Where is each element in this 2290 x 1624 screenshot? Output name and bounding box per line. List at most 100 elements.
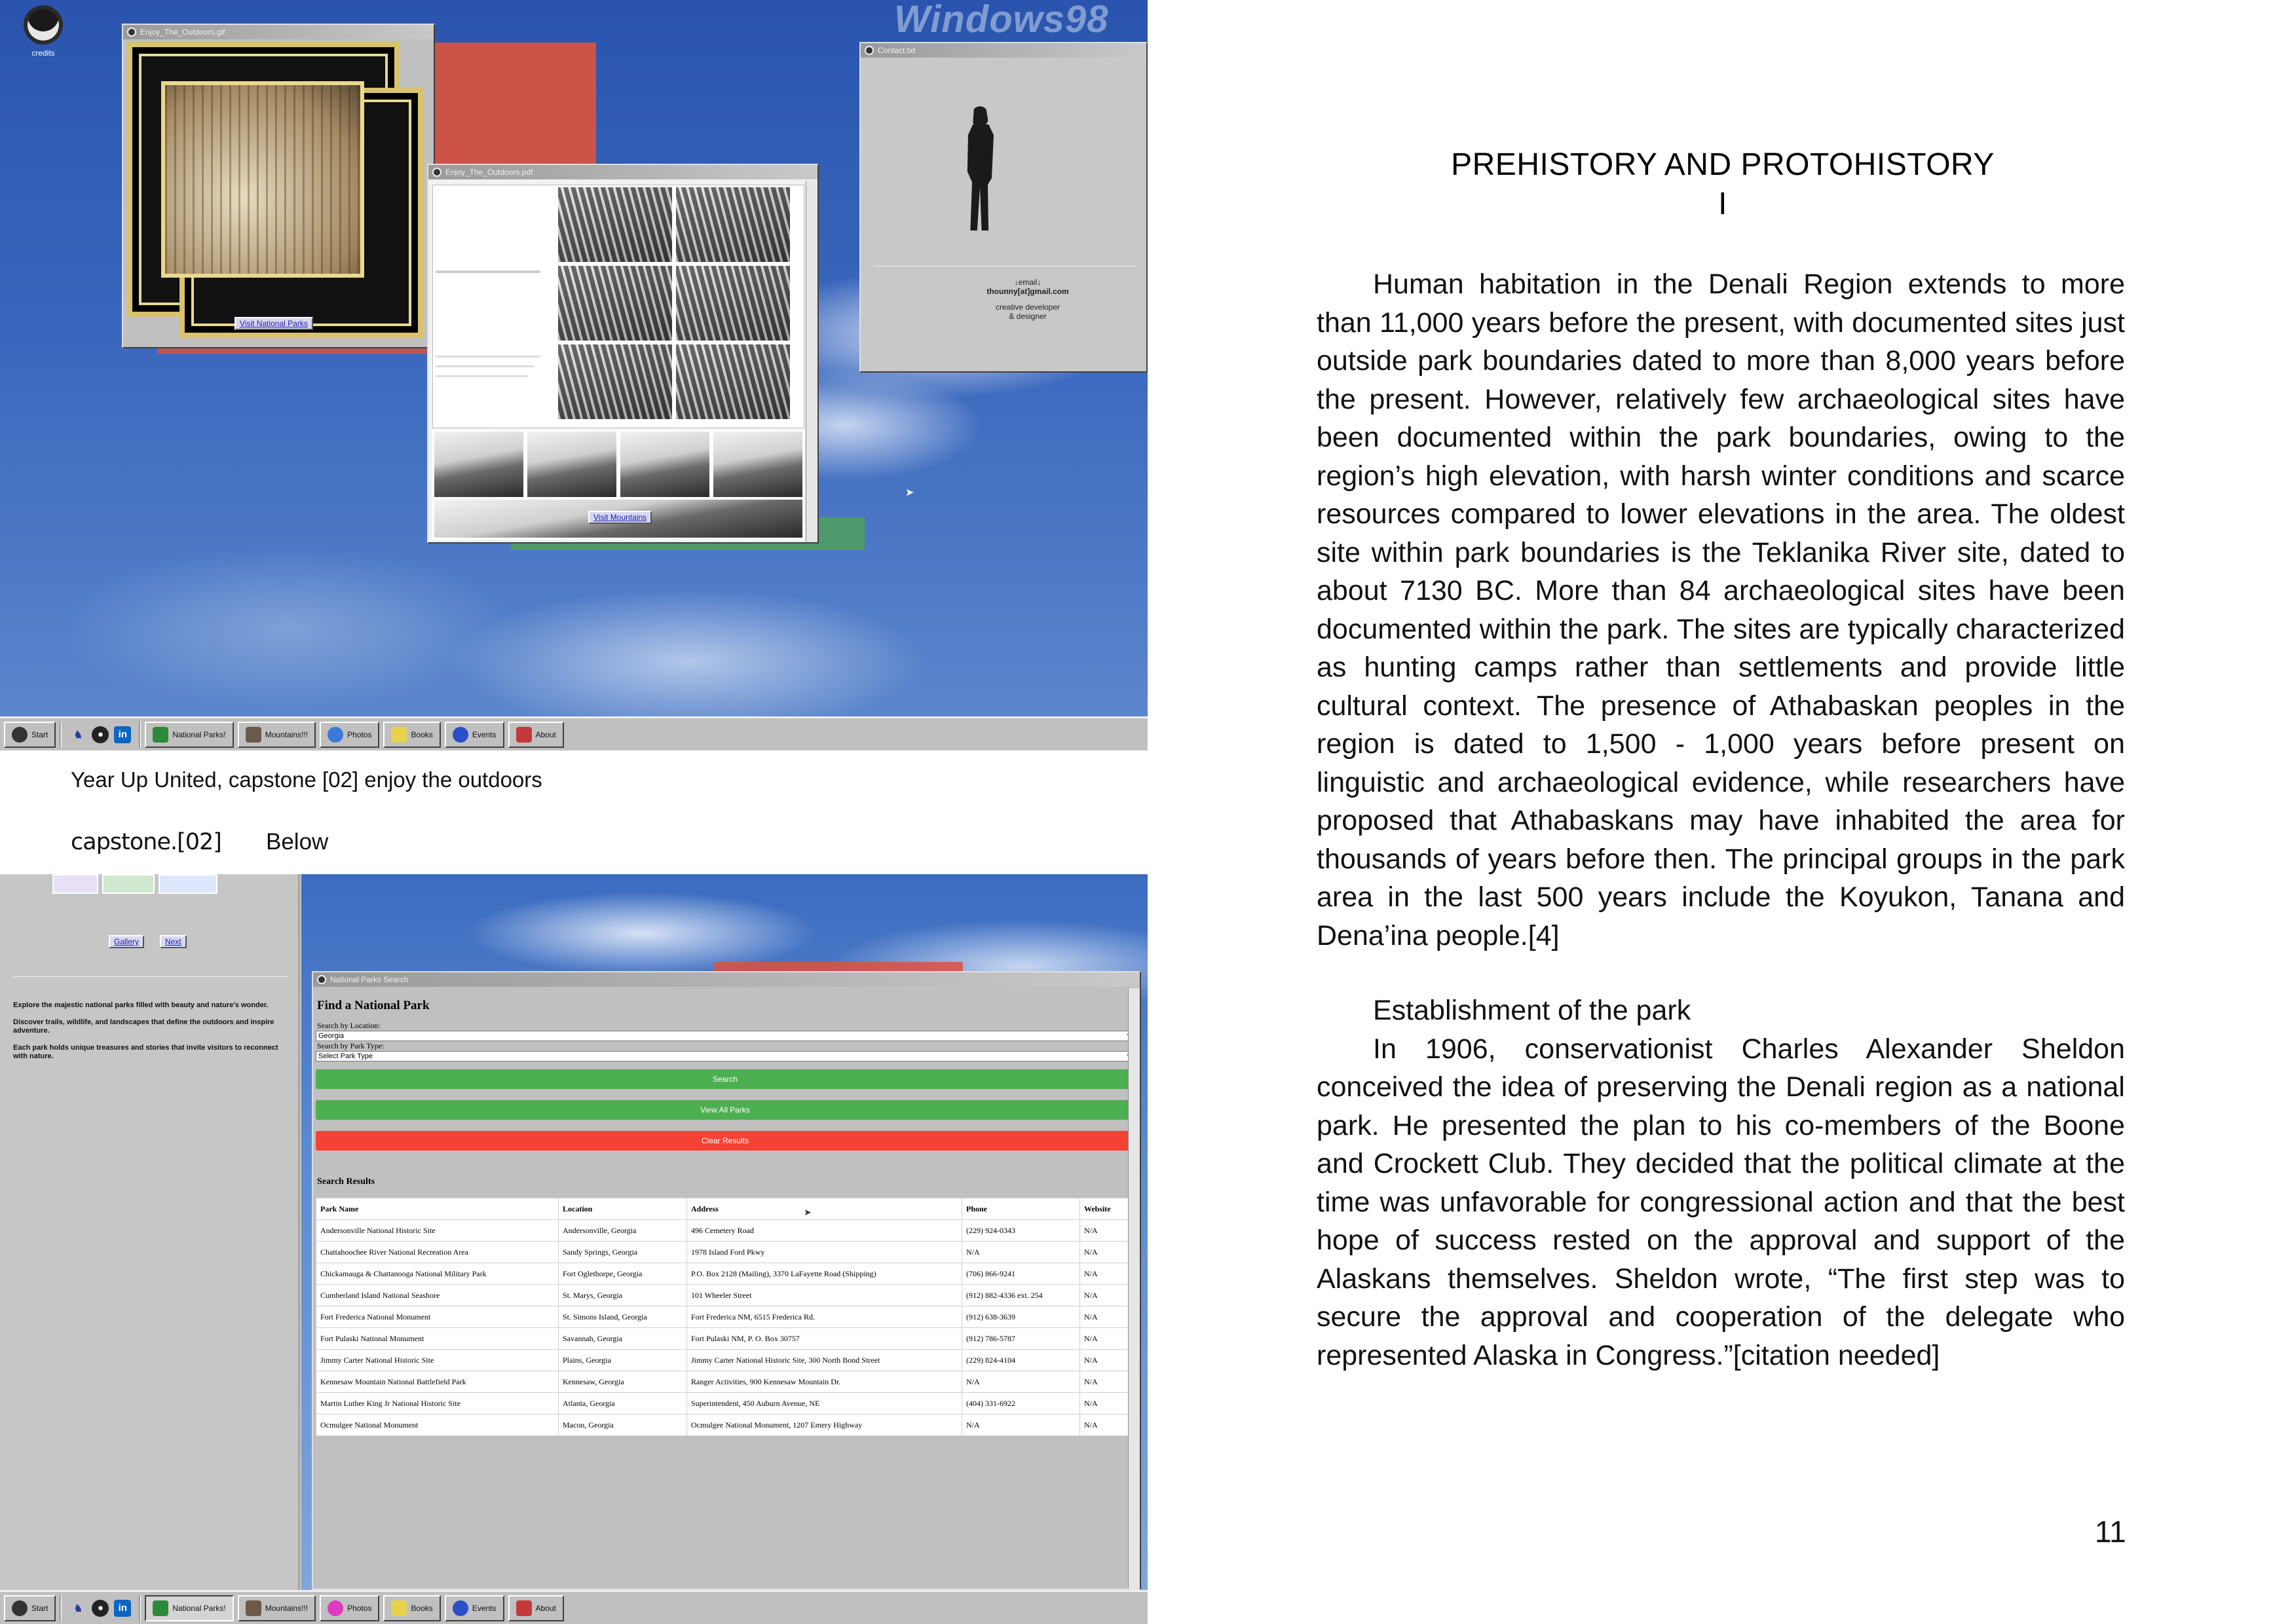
start-button[interactable]: Start bbox=[4, 1595, 56, 1621]
pdf-page bbox=[432, 185, 804, 428]
paragraph-text: Human habitation in the Denali Region ex… bbox=[1317, 268, 2125, 951]
taskbar-item-events[interactable]: Events bbox=[444, 721, 504, 748]
taskbar-item-national-parks[interactable]: National Parks! bbox=[145, 1595, 234, 1621]
table-row: Kennesaw Mountain National Battlefield P… bbox=[316, 1371, 1135, 1393]
table-row: Fort Frederica National Monument St. Simo… bbox=[316, 1306, 1135, 1328]
taskbar-separator bbox=[60, 1595, 62, 1621]
table-cell: N/A bbox=[1079, 1241, 1135, 1263]
person-silhouette bbox=[967, 106, 994, 237]
table-cell: Kennesaw, Georgia bbox=[558, 1371, 687, 1393]
table-cell: St. Marys, Georgia bbox=[558, 1284, 687, 1306]
desktop-screenshot-2: Gallery Next Explore the majestic nation… bbox=[0, 874, 1148, 1624]
pdf-scrollbar[interactable] bbox=[806, 181, 817, 542]
github-icon[interactable]: ● bbox=[92, 726, 109, 743]
taskbar-item-photos[interactable]: Photos bbox=[320, 721, 380, 748]
page-title: PREHISTORY AND PROTOHISTORY bbox=[1451, 147, 1995, 182]
article-paragraph: Human habitation in the Denali Region ex… bbox=[1317, 265, 2125, 955]
pdf-window[interactable]: Enjoy_The_Outdoors.pdf Visit Mountains bbox=[427, 164, 819, 544]
mouse-cursor-icon: ➤ bbox=[804, 1208, 812, 1218]
desktop-icon-credits[interactable]: credits bbox=[20, 5, 67, 58]
window-icon bbox=[865, 46, 874, 55]
linkedin-icon[interactable]: in bbox=[114, 1599, 132, 1617]
mountain-icon bbox=[245, 726, 261, 743]
quick-launch: ♞ ● in bbox=[66, 726, 135, 743]
figure-icon[interactable]: ♞ bbox=[69, 1600, 86, 1617]
view-all-parks-button[interactable]: View All Parks bbox=[316, 1100, 1135, 1120]
sidebar-paragraph: Discover trails, wildlife, and landscape… bbox=[13, 1018, 274, 1035]
taskbar-label: Events bbox=[472, 729, 497, 739]
taskbar-separator bbox=[60, 721, 62, 748]
table-cell: Ranger Activities, 900 Kennesaw Mountain… bbox=[686, 1371, 962, 1393]
taskbar-label: Photos bbox=[347, 1603, 372, 1613]
start-label: Start bbox=[31, 1603, 48, 1613]
gallery-photo bbox=[161, 81, 364, 278]
taskbar-item-mountains[interactable]: Mountains!!! bbox=[237, 721, 316, 748]
table-header-row: Park Name Location Address Phone Website bbox=[316, 1198, 1135, 1220]
photo-waterfall bbox=[556, 185, 674, 264]
sidebar: Gallery Next Explore the majestic nation… bbox=[0, 874, 300, 1590]
gallery-button[interactable]: Gallery bbox=[109, 935, 145, 948]
email-label: ↓email↓ bbox=[1014, 278, 1042, 287]
role-line: creative developer bbox=[995, 303, 1061, 312]
taskbar-item-about[interactable]: About bbox=[508, 721, 564, 748]
table-cell: Ocmulgee National Monument, 1207 Emery H… bbox=[686, 1414, 962, 1436]
search-window-titlebar[interactable]: National Parks Search bbox=[313, 972, 1140, 987]
pdf-text-line bbox=[436, 375, 527, 377]
start-icon bbox=[12, 1600, 28, 1616]
books-icon bbox=[391, 726, 407, 743]
taskbar-item-books[interactable]: Books bbox=[383, 721, 441, 748]
contact-window-titlebar[interactable]: Contact.txt bbox=[861, 43, 1146, 58]
thumbnail[interactable] bbox=[159, 874, 217, 894]
contact-window[interactable]: Contact.txt ↓email↓ thounny[at]gmail.com… bbox=[859, 42, 1148, 373]
window-title: Contact.txt bbox=[878, 46, 916, 55]
visit-national-parks-link[interactable]: Visit National Parks bbox=[235, 317, 313, 330]
thumbnail[interactable] bbox=[102, 874, 155, 894]
paragraph-text: In 1906, conservationist Charles Alexand… bbox=[1317, 1033, 2125, 1371]
table-cell: (404) 331-6922 bbox=[962, 1392, 1080, 1414]
thumbnail[interactable] bbox=[52, 874, 98, 894]
search-window[interactable]: National Parks Search Find a National Pa… bbox=[312, 971, 1141, 1590]
taskbar-item-mountains[interactable]: Mountains!!! bbox=[237, 1595, 316, 1621]
pdf-window-titlebar[interactable]: Enjoy_The_Outdoors.pdf bbox=[428, 165, 817, 179]
next-button[interactable]: Next bbox=[160, 935, 187, 948]
taskbar-item-events[interactable]: Events bbox=[444, 1595, 504, 1621]
photos-icon bbox=[328, 1600, 344, 1616]
about-icon bbox=[516, 726, 532, 743]
below-label: Below bbox=[266, 829, 329, 855]
github-icon[interactable]: ● bbox=[92, 1599, 109, 1617]
taskbar-item-photos[interactable]: Photos bbox=[320, 1595, 380, 1621]
gallery-window[interactable]: Enjoy_The_Outdoors.gif Visit National Pa… bbox=[122, 24, 435, 348]
search-button[interactable]: Search bbox=[316, 1069, 1135, 1089]
column-header: Location bbox=[558, 1198, 687, 1220]
mouse-cursor-icon: ➤ bbox=[905, 487, 914, 498]
brand-label: capstone.[02] bbox=[71, 829, 222, 855]
table-cell: Chickamauga & Chattanooga National Milit… bbox=[316, 1263, 559, 1285]
table-cell: Kennesaw Mountain National Battlefield P… bbox=[316, 1371, 559, 1393]
search-window-scrollbar[interactable] bbox=[1128, 988, 1140, 1589]
park-icon bbox=[153, 1600, 169, 1616]
table-cell: Macon, Georgia bbox=[558, 1414, 687, 1436]
taskbar-item-about[interactable]: About bbox=[508, 1595, 564, 1621]
window-title: Enjoy_The_Outdoors.pdf bbox=[445, 168, 533, 177]
visit-mountains-link[interactable]: Visit Mountains bbox=[588, 511, 652, 524]
quick-launch: ♞ ● in bbox=[66, 1599, 135, 1617]
location-select[interactable]: Georgia bbox=[316, 1029, 1135, 1041]
clear-results-button[interactable]: Clear Results bbox=[316, 1131, 1135, 1151]
start-button[interactable]: Start bbox=[4, 721, 56, 748]
table-cell: (229) 924-0343 bbox=[962, 1219, 1080, 1242]
table-cell: N/A bbox=[962, 1414, 1080, 1436]
sidebar-description: Explore the majestic national parks fill… bbox=[13, 1001, 288, 1061]
table-cell: Superintendent, 450 Auburn Avenue, NE bbox=[686, 1392, 962, 1414]
linkedin-icon[interactable]: in bbox=[114, 726, 132, 743]
park-type-select[interactable]: Select Park Type bbox=[316, 1049, 1135, 1061]
taskbar-item-national-parks[interactable]: National Parks! bbox=[145, 721, 234, 748]
figure-icon[interactable]: ♞ bbox=[69, 726, 86, 743]
table-cell: N/A bbox=[1079, 1284, 1135, 1306]
gallery-window-titlebar[interactable]: Enjoy_The_Outdoors.gif bbox=[123, 25, 434, 39]
taskbar: Start ♞ ● in National Parks! Mountains!!… bbox=[0, 1590, 1148, 1624]
table-cell: (912) 786-5787 bbox=[962, 1327, 1080, 1350]
email-address[interactable]: thounny[at]gmail.com bbox=[861, 287, 1146, 296]
taskbar-item-books[interactable]: Books bbox=[383, 1595, 441, 1621]
table-cell: Jimmy Carter National Historic Site, 300… bbox=[686, 1349, 962, 1371]
start-label: Start bbox=[31, 729, 48, 739]
